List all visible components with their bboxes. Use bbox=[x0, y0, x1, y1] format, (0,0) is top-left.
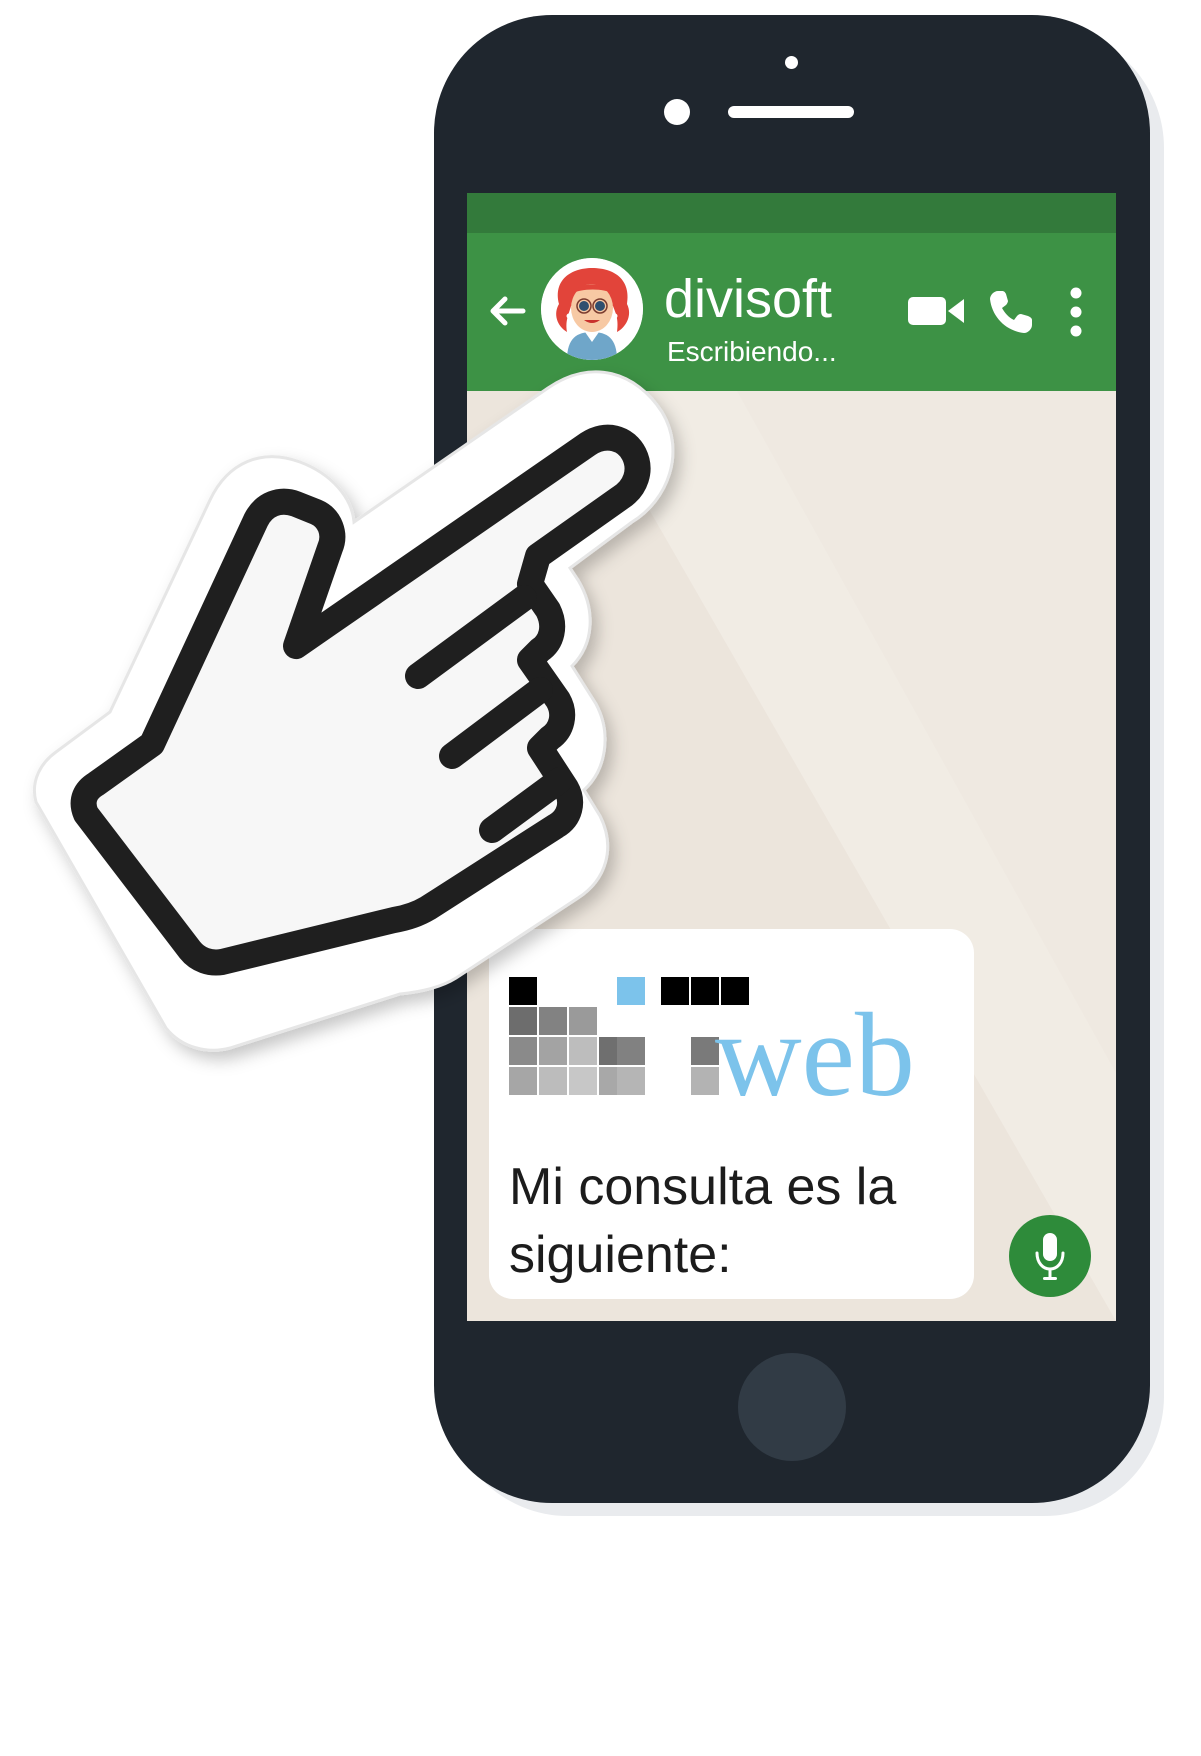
phone-icon[interactable] bbox=[988, 289, 1034, 335]
svg-text:web: web bbox=[715, 988, 915, 1107]
message-text: Mi consulta es la siguiente: bbox=[509, 1158, 897, 1284]
microphone-icon bbox=[1035, 1233, 1065, 1280]
arrow-left-icon[interactable] bbox=[487, 291, 527, 331]
video-camera-icon[interactable] bbox=[908, 295, 966, 327]
more-vertical-icon[interactable] bbox=[1068, 287, 1084, 337]
home-button[interactable] bbox=[738, 1353, 846, 1461]
earpiece-speaker bbox=[728, 106, 854, 118]
front-sensor bbox=[785, 56, 798, 69]
avatar[interactable] bbox=[541, 258, 643, 360]
phone-screen: divisoft Escribiendo... web Mi consulta … bbox=[467, 193, 1116, 1321]
mic-button[interactable] bbox=[1009, 1215, 1091, 1297]
chat-header: divisoft Escribiendo... bbox=[467, 233, 1116, 391]
contact-name[interactable]: divisoft bbox=[664, 269, 832, 329]
message-bubble[interactable]: web Mi consulta es la siguiente: bbox=[489, 929, 974, 1299]
front-camera bbox=[664, 99, 690, 125]
brand-logo: web bbox=[509, 977, 915, 1107]
status-bar bbox=[467, 193, 1116, 233]
contact-status: Escribiendo... bbox=[667, 336, 837, 367]
contact-avatar-icon bbox=[541, 258, 643, 360]
